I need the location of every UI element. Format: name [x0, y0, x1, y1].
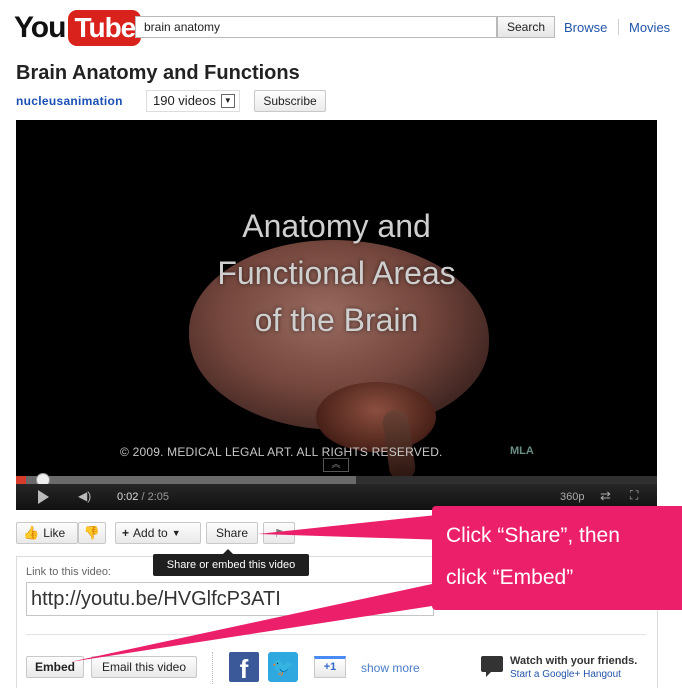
share-tooltip: Share or embed this video [153, 549, 309, 576]
video-player[interactable]: Anatomy and Functional Areas of the Brai… [16, 120, 657, 510]
quality-selector[interactable]: 360p [560, 491, 584, 503]
share-button[interactable]: Share [206, 522, 258, 544]
progress-played [16, 476, 27, 484]
callout-line-2: click “Embed” [446, 566, 574, 589]
add-to-label: Add to [133, 526, 168, 540]
nav-browse-link[interactable]: Browse [564, 20, 607, 35]
video-copyright: © 2009. MEDICAL LEGAL ART. ALL RIGHTS RE… [120, 445, 443, 459]
cerebellum-image [316, 382, 436, 452]
video-count-label: 190 videos [153, 93, 216, 108]
callout-box [432, 506, 682, 610]
hangout-title: Watch with your friends. [510, 655, 638, 667]
flag-icon: ⚑ [274, 527, 284, 540]
progress-loaded [16, 476, 356, 484]
nav-movies-link[interactable]: Movies [629, 20, 670, 35]
chevron-down-icon: ▼ [220, 94, 235, 108]
add-to-button[interactable]: + Add to ▼ [115, 522, 201, 544]
youtube-logo[interactable]: You Tube [14, 8, 142, 48]
video-overlay-line-3: of the Brain [254, 302, 419, 338]
google-plus-one-button[interactable]: +1 [314, 656, 346, 678]
twitter-icon[interactable]: 🐦 [268, 652, 298, 682]
logo-you-text: You [14, 11, 66, 44]
time-display: 0:02 / 2:05 [117, 491, 169, 503]
facebook-icon[interactable]: f [229, 652, 259, 684]
plus-icon: + [122, 526, 130, 540]
video-overlay-line-2: Functional Areas [217, 255, 456, 291]
current-time: 0:02 [117, 491, 139, 503]
fullscreen-icon[interactable]: ⛶ [630, 488, 638, 503]
video-title: Brain Anatomy and Functions [16, 62, 300, 84]
hangout-icon [481, 656, 503, 677]
hangout-link[interactable]: Start a Google+ Hangout [510, 669, 621, 680]
progress-bar[interactable] [16, 473, 657, 487]
separator [212, 652, 214, 684]
subscribe-button[interactable]: Subscribe [254, 90, 326, 112]
search-input[interactable] [135, 16, 497, 38]
callout-line-1: Click “Share”, then [446, 524, 620, 547]
volume-icon[interactable]: ◀) [78, 489, 91, 503]
chevron-down-icon: ▼ [171, 528, 181, 538]
nav-separator [618, 19, 619, 35]
expand-icon[interactable]: ︽ [323, 458, 349, 472]
thumbs-down-icon: 👎 [83, 525, 101, 540]
flag-button[interactable]: ⚑ [263, 522, 295, 544]
like-label: Like [43, 526, 66, 540]
thumbs-up-icon: 👍 [23, 525, 40, 540]
embed-button[interactable]: Embed [26, 656, 84, 678]
channel-link[interactable]: nucleusanimation [16, 94, 123, 108]
search-button[interactable]: Search [497, 16, 555, 38]
duration: / 2:05 [141, 491, 170, 503]
share-link-field[interactable]: http://youtu.be/HVGlfcP3ATI [26, 582, 434, 616]
like-button[interactable]: 👍 Like [16, 522, 78, 544]
play-icon[interactable] [38, 490, 49, 504]
video-count-dropdown[interactable]: 190 videos ▼ [146, 90, 240, 112]
mla-watermark: MLA [510, 445, 534, 457]
link-label: Link to this video: [26, 566, 111, 578]
video-overlay-line-1: Anatomy and [242, 208, 431, 244]
popout-icon[interactable]: ⇄ [600, 488, 611, 504]
divider [26, 634, 646, 635]
dislike-button[interactable]: 👎 [78, 522, 106, 544]
logo-tube-text: Tube [68, 10, 142, 46]
email-video-button[interactable]: Email this video [91, 656, 197, 678]
show-more-link[interactable]: show more [361, 661, 420, 675]
